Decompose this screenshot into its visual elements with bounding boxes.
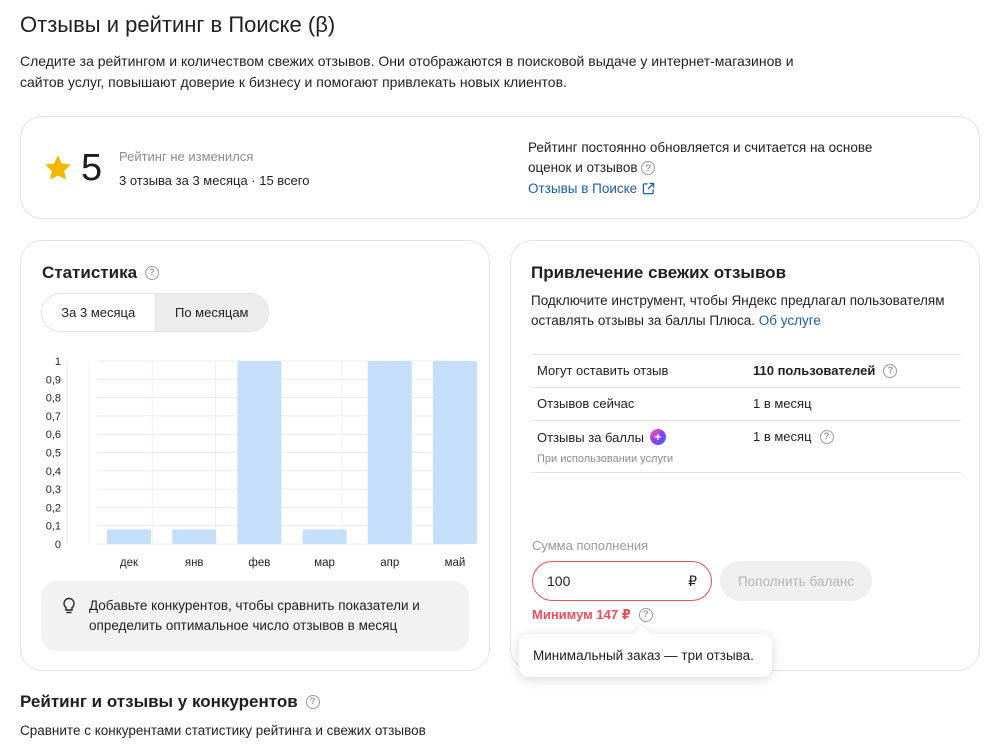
- amount-label: Сумма пополнения: [532, 538, 649, 553]
- tooltip: Минимальный заказ — три отзыва.: [519, 634, 772, 677]
- attract-reviews-card: Привлечение свежих отзывов Подключите ин…: [510, 240, 980, 671]
- page-description: Следите за рейтингом и количеством свежи…: [20, 53, 794, 90]
- attract-description: Подключите инструмент, чтобы Яндекс пред…: [531, 291, 951, 331]
- reviews-in-search-link[interactable]: Отзывы в Поиске: [528, 181, 655, 196]
- row-value-text: 1 в месяц: [753, 429, 812, 444]
- help-icon[interactable]: ?: [883, 363, 898, 378]
- help-icon[interactable]: ?: [641, 161, 656, 176]
- lightbulb-icon: [63, 597, 75, 614]
- reviews-bar-chart: 0 0,1 0,2 0,3 0,4 0,5 0,6 0,7 0,8 0,9 1 дек янв фев ма…: [46, 356, 477, 569]
- period-switch: За 3 месяца По месяцам: [41, 293, 269, 332]
- row-label: Отзывов сейчас: [537, 396, 635, 411]
- rating-note: Рейтинг постоянно обновляется и считаетс…: [528, 138, 908, 178]
- bar: [433, 361, 477, 544]
- competitors-description: Сравните с конкурентами статистику рейти…: [20, 723, 426, 738]
- hint-text: Добавьте конкурентов, чтобы сравнить пок…: [89, 598, 420, 633]
- star-icon: [45, 155, 71, 180]
- competitors-title: Рейтинг и отзывы у конкурентов ?: [20, 692, 320, 712]
- y-tick-label: 0,7: [46, 411, 61, 423]
- y-tick-label: 0,3: [46, 484, 61, 496]
- y-tick-label: 0,4: [46, 466, 61, 478]
- info-table: Могут оставить отзыв 110 пользователей ?…: [531, 354, 961, 473]
- row-value: 1 в месяц: [753, 396, 812, 411]
- help-icon[interactable]: ?: [305, 695, 320, 709]
- external-link-icon: [642, 182, 655, 195]
- table-row: Отзывы за баллы + При использовании услу…: [531, 421, 961, 473]
- row-sublabel: При использовании услуги: [537, 453, 674, 465]
- competitors-title-text: Рейтинг и отзывы у конкурентов: [20, 692, 298, 711]
- bar: [237, 361, 282, 544]
- competitors-hint: Добавьте конкурентов, чтобы сравнить пок…: [41, 581, 469, 651]
- bar: [367, 361, 412, 544]
- rating-note-text: Рейтинг постоянно обновляется и считаетс…: [528, 140, 873, 175]
- minimum-error-text: Минимум 147 ₽: [532, 607, 631, 622]
- reviews-in-search-label[interactable]: Отзывы в Поиске: [528, 181, 637, 196]
- tab-3-months[interactable]: За 3 месяца: [42, 294, 156, 331]
- table-row: Отзывов сейчас 1 в месяц: [531, 388, 961, 421]
- y-tick-label: 0,5: [46, 448, 61, 460]
- amount-input[interactable]: [547, 573, 647, 589]
- help-icon[interactable]: ?: [638, 608, 653, 622]
- rating-count: 3 отзыва за 3 месяца · 15 всего: [119, 173, 310, 188]
- y-tick-label: 0,2: [46, 502, 61, 514]
- rating-card: 5 Рейтинг не изменился 3 отзыва за 3 мес…: [20, 116, 980, 219]
- row-label: Отзывы за баллы +: [537, 429, 666, 445]
- attract-description-text: Подключите инструмент, чтобы Яндекс пред…: [531, 293, 945, 328]
- row-value: 110 пользователей ?: [753, 363, 898, 378]
- rating-status: Рейтинг не изменился: [119, 149, 254, 164]
- star-shape: [45, 155, 71, 180]
- bar: [172, 529, 217, 544]
- table-row: Могут оставить отзыв 110 пользователей ?: [531, 355, 961, 388]
- x-tick-label: апр: [380, 557, 399, 569]
- y-tick-label: 0: [55, 539, 61, 551]
- y-tick-label: 1: [55, 356, 61, 368]
- y-tick-label: 0,9: [46, 374, 61, 386]
- bar: [107, 529, 151, 544]
- x-tick-label: янв: [185, 557, 204, 569]
- plus-points-icon: +: [649, 429, 666, 445]
- x-tick-label: май: [445, 557, 466, 569]
- minimum-error: Минимум 147 ₽ ?: [532, 607, 653, 623]
- row-value: 1 в месяц ?: [753, 429, 834, 444]
- attract-title: Привлечение свежих отзывов: [531, 263, 787, 282]
- statistics-title-text: Статистика: [42, 263, 138, 282]
- amount-field[interactable]: ₽: [532, 561, 712, 601]
- about-service-link[interactable]: Об услуге: [759, 313, 821, 328]
- row-label: Могут оставить отзыв: [537, 363, 669, 378]
- x-tick-label: мар: [314, 557, 335, 569]
- help-icon[interactable]: ?: [145, 266, 160, 280]
- topup-balance-button[interactable]: Пополнить баланс: [720, 561, 872, 601]
- y-tick-label: 0,8: [46, 393, 61, 405]
- currency-sign: ₽: [688, 572, 697, 589]
- bar: [302, 529, 347, 544]
- rating-score: 5: [81, 147, 103, 189]
- page-title: Отзывы и рейтинг в Поиске (β): [20, 12, 336, 37]
- row-label-text: Отзывы за баллы: [537, 429, 644, 445]
- help-icon[interactable]: ?: [819, 429, 834, 444]
- tab-by-months[interactable]: По месяцам: [155, 294, 268, 331]
- statistics-title: Статистика ?: [42, 263, 160, 283]
- row-value-text: 110 пользователей: [753, 363, 876, 378]
- y-tick-label: 0,6: [46, 429, 61, 441]
- y-tick-label: 0,1: [46, 521, 61, 533]
- statistics-card: Статистика ? За 3 месяца По месяцам 0 0,1…: [20, 240, 490, 671]
- x-tick-label: дек: [120, 557, 139, 569]
- x-tick-label: фев: [248, 557, 270, 569]
